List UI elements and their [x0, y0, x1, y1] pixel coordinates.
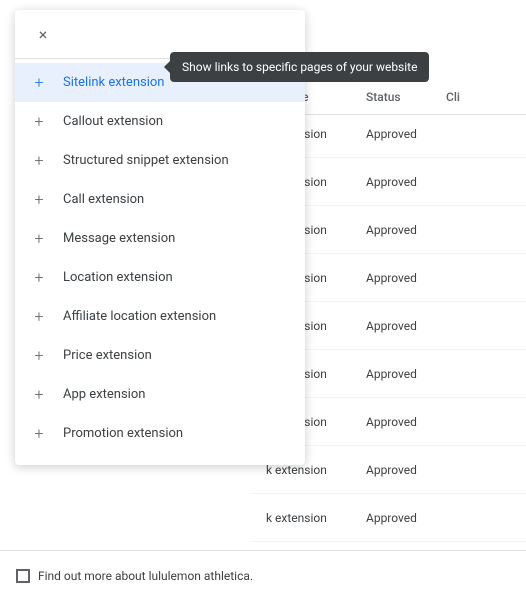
menu-item-location[interactable]: + Location extension: [15, 258, 305, 297]
menu-item-label: Message extension: [63, 231, 175, 246]
menu-item-promotion[interactable]: + Promotion extension: [15, 414, 305, 453]
plus-icon: +: [31, 307, 47, 326]
table-row: k extension Approved: [250, 494, 526, 542]
menu-item-message[interactable]: + Message extension: [15, 219, 305, 258]
plus-icon: +: [31, 229, 47, 248]
menu-item-call[interactable]: + Call extension: [15, 180, 305, 219]
bottom-checkbox[interactable]: [16, 569, 30, 583]
menu-item-label: Affiliate location extension: [63, 309, 216, 324]
close-button[interactable]: ×: [31, 22, 55, 46]
menu-item-callout[interactable]: + Callout extension: [15, 102, 305, 141]
extension-menu-panel: × + Sitelink extension + Callout extensi…: [15, 10, 305, 465]
menu-item-label: App extension: [63, 387, 145, 402]
plus-icon: +: [31, 112, 47, 131]
plus-icon: +: [31, 268, 47, 287]
menu-item-list: + Sitelink extension + Callout extension…: [15, 59, 305, 457]
menu-item-app[interactable]: + App extension: [15, 375, 305, 414]
plus-icon: +: [31, 346, 47, 365]
menu-item-affiliate-location[interactable]: + Affiliate location extension: [15, 297, 305, 336]
bottom-bar-text: Find out more about lululemon athletica.: [38, 569, 253, 583]
plus-icon: +: [31, 151, 47, 170]
menu-item-structured-snippet[interactable]: + Structured snippet extension: [15, 141, 305, 180]
col-cli-header: Cli: [446, 90, 460, 104]
menu-item-label: Price extension: [63, 348, 152, 363]
bottom-bar: Find out more about lululemon athletica.: [0, 550, 526, 600]
menu-item-sitelink[interactable]: + Sitelink extension: [15, 63, 305, 102]
menu-item-price[interactable]: + Price extension: [15, 336, 305, 375]
plus-icon: +: [31, 385, 47, 404]
menu-item-label: Sitelink extension: [63, 75, 164, 90]
menu-item-label: Callout extension: [63, 114, 163, 129]
plus-icon: +: [31, 73, 47, 92]
panel-header: ×: [15, 10, 305, 59]
plus-icon: +: [31, 190, 47, 209]
menu-item-label: Location extension: [63, 270, 173, 285]
plus-icon: +: [31, 424, 47, 443]
menu-item-label: Structured snippet extension: [63, 153, 229, 168]
menu-item-label: Promotion extension: [63, 426, 183, 441]
menu-item-label: Call extension: [63, 192, 144, 207]
col-status-header: Status: [366, 90, 446, 104]
